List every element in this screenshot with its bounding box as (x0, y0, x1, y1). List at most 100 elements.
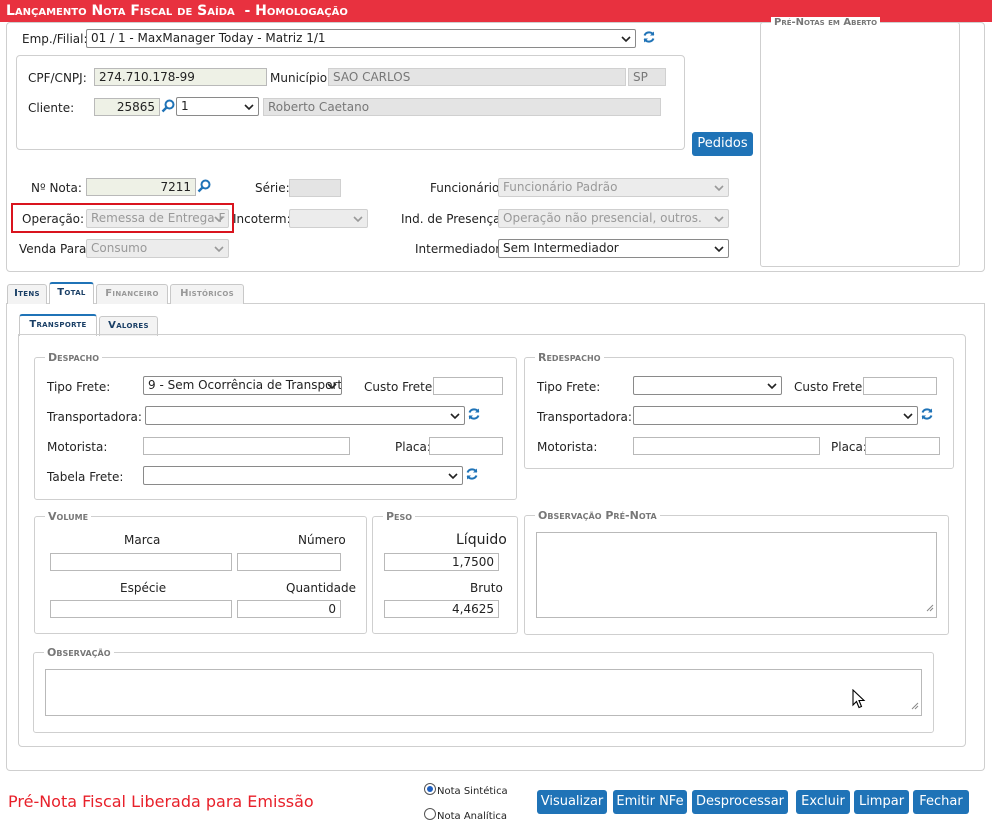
cliente-seq-select[interactable]: 1 (176, 97, 259, 116)
cliente-seq-value: 1 (181, 99, 189, 113)
volume-especie-field[interactable] (50, 600, 232, 618)
observacao-textarea[interactable] (45, 669, 922, 716)
despacho-transportadora-select[interactable] (145, 406, 465, 425)
despacho-legend: Despacho (45, 351, 103, 364)
chevron-down-icon (621, 34, 631, 44)
chevron-down-icon (327, 381, 337, 391)
tab-historicos[interactable]: Históricos (170, 284, 244, 304)
search-icon[interactable] (197, 179, 211, 193)
peso-bruto-label: Bruto (470, 581, 503, 595)
nota-label: Nº Nota: (31, 181, 82, 195)
presenca-value: Operação não presencial, outros. (503, 211, 702, 225)
despacho-tipo-frete-select[interactable]: 9 - Sem Ocorrência de Transport (143, 376, 342, 395)
funcionario-label: Funcionário: (430, 181, 504, 195)
despacho-transportadora-label: Transportadora: (47, 410, 142, 424)
venda-select[interactable]: Consumo (86, 239, 229, 258)
redespacho-transportadora-label: Transportadora: (537, 410, 632, 424)
despacho-tipo-frete-value: 9 - Sem Ocorrência de Transport (148, 378, 342, 392)
desprocessar-button[interactable]: Desprocessar (692, 790, 788, 814)
volume-quantidade-field[interactable]: 0 (237, 600, 341, 618)
tab-total[interactable]: Total (49, 282, 94, 304)
despacho-custo-frete-label: Custo Frete: (364, 380, 437, 394)
emitir-nfe-button[interactable]: Emitir NFe (613, 790, 687, 814)
peso-liquido-label: Líquido (456, 532, 507, 548)
serie-field (289, 179, 341, 197)
refresh-icon[interactable] (920, 407, 934, 421)
empfilial-value: 01 / 1 - MaxManager Today - Matriz 1/1 (91, 31, 326, 45)
refresh-icon[interactable] (642, 30, 656, 44)
refresh-icon[interactable] (467, 407, 481, 421)
redespacho-motorista-field[interactable] (633, 437, 820, 455)
visualizar-button[interactable]: Visualizar (537, 790, 607, 814)
despacho-tabela-frete-label: Tabela Frete: (47, 470, 124, 484)
operacao-value: Remessa de Entrega F (91, 211, 226, 225)
obs-pre-nota-textarea[interactable] (536, 532, 937, 618)
pedidos-button[interactable]: Pedidos (692, 132, 753, 156)
intermediador-label: Intermediador: (415, 242, 505, 256)
redespacho-custo-frete-label: Custo Frete: (794, 380, 867, 394)
chevron-down-icon (714, 244, 724, 254)
despacho-custo-frete-field[interactable] (433, 377, 503, 395)
volume-marca-label: Marca (124, 533, 161, 547)
status-message: Pré-Nota Fiscal Liberada para Emissão (8, 792, 314, 811)
volume-marca-field[interactable] (50, 553, 232, 571)
despacho-tipo-frete-label: Tipo Frete: (47, 380, 111, 394)
peso-liquido-field[interactable]: 1,7500 (384, 553, 499, 571)
cliente-code-field[interactable]: 25865 (94, 98, 160, 116)
despacho-motorista-label: Motorista: (47, 440, 108, 454)
presenca-label: Ind. de Presença: (401, 212, 505, 226)
refresh-icon[interactable] (465, 467, 479, 481)
redespacho-tipo-frete-label: Tipo Frete: (537, 380, 601, 394)
despacho-motorista-field[interactable] (143, 437, 350, 455)
obs-pre-nota-legend: Observação Pré-Nota (535, 509, 660, 522)
peso-bruto-field[interactable]: 4,4625 (384, 600, 499, 618)
intermediador-value: Sem Intermediador (503, 241, 619, 255)
empfilial-select[interactable]: 01 / 1 - MaxManager Today - Matriz 1/1 (86, 29, 636, 48)
pre-notas-legend: Pré-Notas em Aberto (771, 17, 881, 28)
incoterm-label: Incoterm: (233, 212, 291, 226)
volume-numero-label: Número (298, 533, 346, 547)
funcionario-value: Funcionário Padrão (503, 180, 618, 194)
redespacho-placa-label: Placa: (831, 440, 867, 454)
radio-nota-sintetica[interactable] (424, 783, 436, 795)
despacho-placa-field[interactable] (429, 437, 503, 455)
redespacho-placa-field[interactable] (865, 437, 940, 455)
redespacho-transportadora-select[interactable] (633, 406, 918, 425)
tab-itens[interactable]: Itens (7, 284, 47, 304)
radio-nota-analitica[interactable] (424, 808, 436, 820)
uf-field: SP (628, 68, 666, 86)
tab-financeiro[interactable]: Financeiro (96, 284, 168, 304)
funcionario-select[interactable]: Funcionário Padrão (498, 178, 729, 197)
chevron-down-icon (353, 214, 363, 224)
chevron-down-icon (714, 214, 724, 224)
operacao-select[interactable]: Remessa de Entrega F (86, 209, 229, 228)
cliente-label: Cliente: (28, 101, 75, 115)
limpar-button[interactable]: Limpar (854, 790, 909, 814)
despacho-tabela-frete-select[interactable] (143, 466, 463, 485)
cpf-label: CPF/CNPJ: (28, 71, 87, 85)
volume-legend: Volume (45, 510, 92, 523)
operacao-label: Operação: (22, 212, 85, 226)
redespacho-legend: Redespacho (535, 351, 604, 364)
nota-field[interactable]: 7211 (86, 178, 196, 196)
empfilial-label: Emp./Filial: (22, 32, 88, 46)
venda-value: Consumo (91, 241, 148, 255)
mouse-cursor-icon (852, 688, 866, 709)
subtab-valores[interactable]: Valores (99, 316, 158, 336)
cpf-field[interactable]: 274.710.178-99 (94, 68, 267, 86)
radio-nota-sintetica-label: Nota Sintética (437, 786, 508, 797)
redespacho-custo-frete-field[interactable] (863, 377, 937, 395)
redespacho-tipo-frete-select[interactable] (633, 376, 782, 395)
fechar-button[interactable]: Fechar (913, 790, 969, 814)
resize-grip-icon[interactable] (911, 699, 919, 713)
chevron-down-icon (714, 183, 724, 193)
chevron-down-icon (214, 244, 224, 254)
incoterm-select[interactable] (289, 209, 368, 228)
resize-grip-icon[interactable] (926, 601, 934, 615)
search-icon[interactable] (161, 99, 175, 113)
excluir-button[interactable]: Excluir (796, 790, 850, 814)
intermediador-select[interactable]: Sem Intermediador (498, 239, 729, 258)
presenca-select[interactable]: Operação não presencial, outros. (498, 209, 729, 228)
subtab-transporte[interactable]: Transporte (19, 314, 97, 336)
volume-numero-field[interactable] (237, 553, 341, 571)
